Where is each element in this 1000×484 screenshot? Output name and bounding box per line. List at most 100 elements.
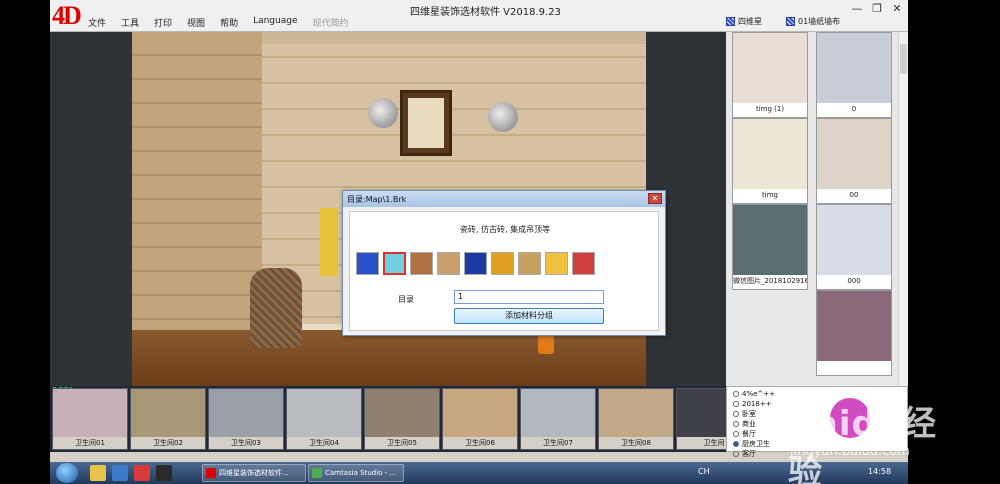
app-icon[interactable]	[134, 465, 150, 481]
rgb-icon[interactable]	[572, 252, 595, 275]
scene-thumbnail[interactable]: 卫生间04	[286, 388, 362, 450]
category-item[interactable]: 卧室	[733, 409, 907, 419]
painting-icon[interactable]	[491, 252, 514, 275]
light-icon[interactable]	[545, 252, 568, 275]
ceiling	[262, 32, 646, 44]
texture-tile[interactable]: 0	[816, 32, 892, 118]
scene-thumbnail[interactable]: 卫生间06	[442, 388, 518, 450]
qq-icon[interactable]	[156, 465, 172, 481]
title-bar: 4D 四维星装饰选材软件 V2018.9.23 文件 工具 打印 视图 帮助 L…	[50, 0, 908, 32]
texture-scrollbar[interactable]	[898, 32, 908, 386]
curtain-icon[interactable]	[464, 252, 487, 275]
category-item[interactable]: 商业	[733, 419, 907, 429]
folder-icon[interactable]	[90, 465, 106, 481]
taskbar-app-decor[interactable]: 四维星装饰选材软件...	[202, 464, 306, 482]
clock[interactable]: 14:58	[868, 467, 891, 476]
category-label: 4%e^++	[742, 390, 776, 398]
scene-thumbnail-caption: 卫生间04	[287, 437, 361, 449]
material-group-dialog: 目录:Map\1.Brk ✕ 瓷砖, 仿古砖, 集成吊顶等 目录 1 添加材料分…	[342, 190, 666, 336]
category-item[interactable]: 客厅	[733, 449, 907, 459]
scene-thumbnail-strip: 360° 卫生间01卫生间02卫生间03卫生间04卫生间05卫生间06卫生间07…	[50, 386, 752, 452]
radio-icon[interactable]	[733, 431, 739, 437]
radio-icon[interactable]	[733, 451, 739, 457]
texture-image	[817, 119, 891, 189]
menu-style: 现代简约	[312, 19, 349, 29]
texture-icon	[726, 17, 735, 26]
category-label: 厨房卫生	[742, 440, 770, 448]
radio-icon[interactable]	[733, 411, 739, 417]
texture-image	[817, 205, 891, 275]
app-logo: 4D	[52, 1, 82, 30]
scene-thumbnail-caption: 卫生间05	[365, 437, 439, 449]
window-title: 四维星装饰选材软件 V2018.9.23	[410, 7, 561, 18]
dialog-body: 瓷砖, 仿古砖, 集成吊顶等 目录 1 添加材料分组	[349, 211, 659, 331]
wall-lamp-right	[488, 102, 518, 132]
category-label: 2018++	[742, 400, 772, 408]
tab-siweixing[interactable]: 四维星	[726, 16, 762, 27]
category-item[interactable]: 4%e^++	[733, 389, 907, 399]
taskbar: 四维星装饰选材软件... Camtasia Studio - ... CH 14…	[50, 462, 908, 484]
scene-thumbnail-image	[131, 389, 205, 437]
menu-bar: 文件 工具 打印 视图 帮助 Language 现代简约	[88, 16, 349, 29]
menu-view[interactable]: 视图	[187, 16, 205, 29]
texture-column-left: timg (1) timg 微信图片_20181029162134	[730, 32, 810, 290]
scene-thumbnail[interactable]: 卫生间03	[208, 388, 284, 450]
scene-thumbnail-caption: 卫生间06	[443, 437, 517, 449]
scene-thumbnail[interactable]: 卫生间08	[598, 388, 674, 450]
scene-thumbnail[interactable]: 卫生间02	[130, 388, 206, 450]
texture-image	[817, 33, 891, 103]
radio-icon[interactable]	[733, 441, 739, 447]
tab-wallpaper[interactable]: 01墙纸墙布	[786, 16, 840, 27]
blue-pattern-icon[interactable]	[356, 252, 379, 275]
menu-help[interactable]: 帮助	[220, 16, 238, 29]
texture-tile[interactable]: 000	[816, 204, 892, 290]
category-label: 客厅	[742, 450, 756, 458]
start-button[interactable]	[56, 463, 78, 483]
texture-panel: timg (1)timg微信图片_20181029162134 000000	[726, 32, 908, 386]
chair-icon[interactable]	[518, 252, 541, 275]
category-label: 餐厅	[742, 430, 756, 438]
brick-icon[interactable]	[410, 252, 433, 275]
radio-icon[interactable]	[733, 401, 739, 407]
texture-tile[interactable]: 00	[816, 118, 892, 204]
viewport-area: 目录:Map\1.Brk ✕ 瓷砖, 仿古砖, 集成吊顶等 目录 1 添加材料分…	[50, 32, 726, 386]
taskbar-app-camtasia[interactable]: Camtasia Studio - ...	[308, 464, 404, 482]
texture-image	[817, 291, 891, 361]
category-list: 4%e^++ 2018++ 卧室商业餐厅厨房卫生客厅	[726, 386, 908, 458]
texture-tile[interactable]: 微信图片_20181029162134	[732, 204, 808, 290]
scene-thumbnail-image	[209, 389, 283, 437]
texture-image	[733, 33, 807, 103]
cyan-tile-icon[interactable]	[383, 252, 406, 275]
window-icon[interactable]	[437, 252, 460, 275]
input-method[interactable]: CH	[698, 467, 710, 476]
dialog-heading: 瓷砖, 仿古砖, 集成吊顶等	[459, 225, 551, 234]
texture-tile[interactable]: timg	[732, 118, 808, 204]
app-window: 4D 四维星装饰选材软件 V2018.9.23 文件 工具 打印 视图 帮助 L…	[50, 0, 908, 484]
radio-icon[interactable]	[733, 391, 739, 397]
texture-caption: 00	[817, 189, 891, 203]
category-item[interactable]: 2018++	[733, 399, 907, 409]
menu-language[interactable]: Language	[253, 16, 297, 29]
texture-caption: timg (1)	[733, 103, 807, 117]
scene-thumbnail-caption: 卫生间03	[209, 437, 283, 449]
category-item[interactable]: 餐厅	[733, 429, 907, 439]
texture-tile[interactable]: timg (1)	[732, 32, 808, 118]
category-item[interactable]: 厨房卫生	[733, 439, 907, 449]
texture-tile[interactable]	[816, 290, 892, 376]
texture-caption: timg	[733, 189, 807, 203]
dialog-close-button[interactable]: ✕	[648, 193, 662, 204]
media-player-icon[interactable]	[112, 465, 128, 481]
menu-file[interactable]: 文件	[88, 16, 106, 29]
menu-print[interactable]: 打印	[154, 16, 172, 29]
scene-thumbnail-caption: 卫生间01	[53, 437, 127, 449]
directory-input[interactable]: 1	[454, 290, 604, 304]
category-label: 商业	[742, 420, 756, 428]
scene-thumbnail[interactable]: 卫生间05	[364, 388, 440, 450]
radio-icon[interactable]	[733, 421, 739, 427]
towel	[320, 208, 338, 276]
category-label: 卧室	[742, 410, 756, 418]
menu-tools[interactable]: 工具	[121, 16, 139, 29]
scene-thumbnail[interactable]: 卫生间07	[520, 388, 596, 450]
scene-thumbnail[interactable]: 卫生间01	[52, 388, 128, 450]
add-material-group-button[interactable]: 添加材料分组	[454, 308, 604, 324]
